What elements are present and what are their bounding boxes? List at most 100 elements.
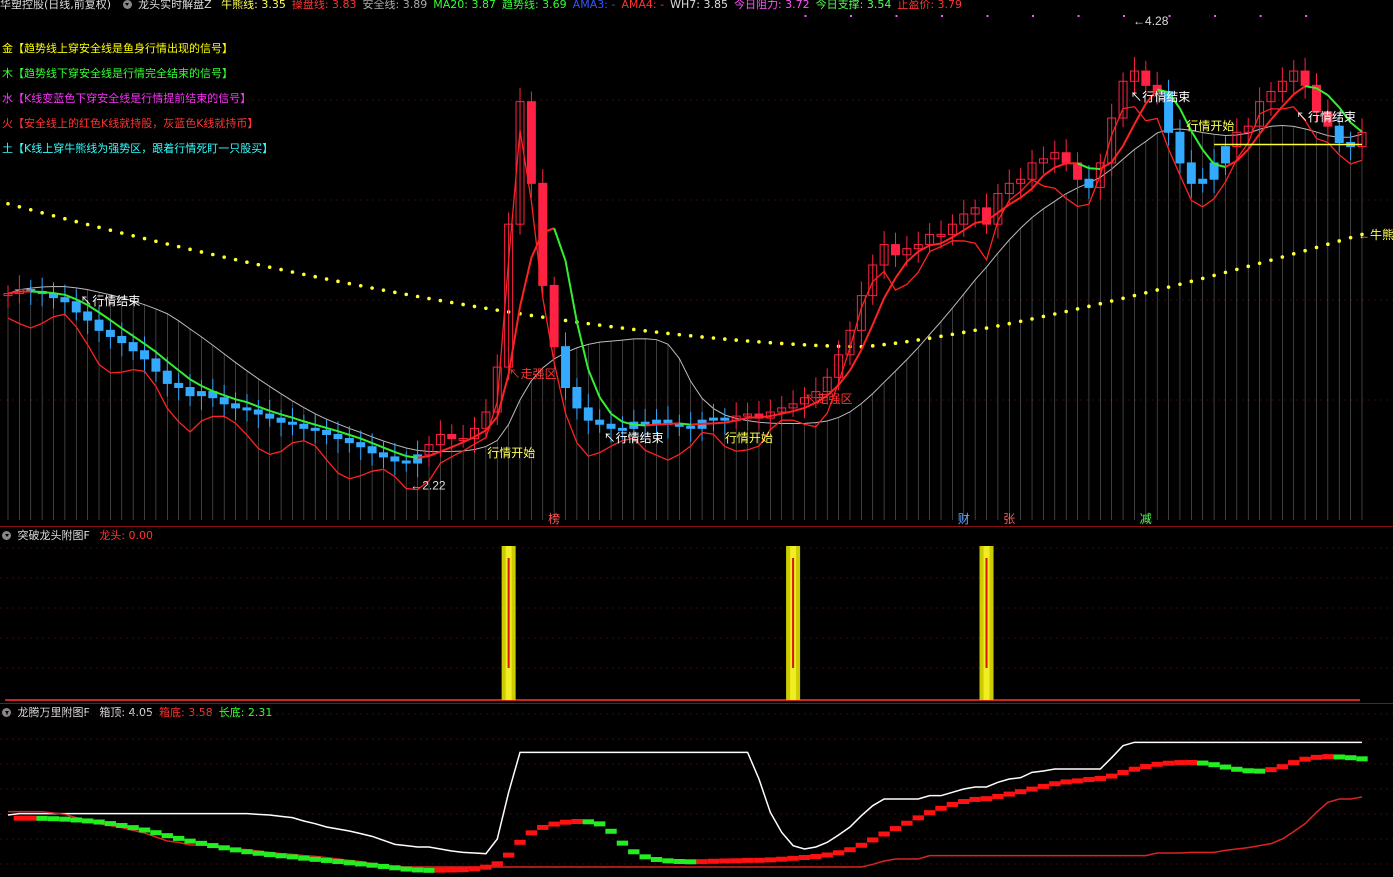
bull-bear-dot — [461, 302, 465, 307]
box-bottom-step — [935, 805, 947, 811]
bull-bear-dot — [666, 331, 670, 336]
box-bottom-step — [1344, 755, 1357, 761]
bull-bear-dot — [495, 308, 500, 312]
candle-body — [367, 446, 377, 454]
candle-body — [60, 297, 70, 303]
bull-bear-dot — [870, 344, 875, 348]
market-start-label: 行情开始 — [725, 431, 773, 445]
bull-bear-dot — [586, 321, 591, 326]
box-bottom-step — [912, 815, 924, 821]
bull-bear-dot — [74, 219, 79, 224]
box-bottom-step — [116, 823, 128, 828]
candle-body — [140, 350, 150, 360]
sub1-chart[interactable] — [0, 528, 1393, 703]
box-bottom-step — [1265, 767, 1277, 773]
trend-line — [1042, 166, 1056, 177]
box-bottom-step — [355, 861, 367, 867]
bull-bear-dot — [1018, 319, 1023, 324]
bull-bear-dot — [996, 324, 1000, 328]
trend-line — [1110, 145, 1124, 163]
box-bottom-step — [798, 855, 811, 860]
bull-bear-dot — [1303, 248, 1307, 253]
trend-line — [610, 412, 624, 423]
bull-bear-dot — [6, 201, 10, 206]
top-tick — [1214, 15, 1217, 17]
bull-bear-dot — [199, 250, 204, 254]
trend-line — [564, 260, 578, 323]
box-bottom-step — [1322, 754, 1334, 760]
box-bottom-step — [832, 850, 845, 856]
bull-bear-dot — [1212, 273, 1216, 278]
box-bottom-step — [298, 855, 310, 861]
box-bottom-step — [1231, 766, 1243, 772]
bull-bear-dot — [63, 216, 67, 221]
trend-line — [713, 421, 725, 425]
trend-line — [42, 291, 54, 295]
candle-body — [287, 421, 297, 425]
box-bottom-step — [696, 859, 708, 865]
box-bottom-step — [127, 825, 139, 831]
box-bottom-step — [776, 856, 788, 862]
box-bottom-step — [229, 847, 242, 853]
box-bottom-step — [1333, 754, 1345, 760]
trend-line — [770, 412, 782, 418]
candle-body — [413, 454, 423, 464]
candle-body — [595, 419, 605, 425]
bull-bear-dot — [779, 341, 784, 346]
box-bottom-step — [1253, 768, 1266, 774]
bull-bear-dot — [40, 210, 44, 215]
box-bottom-step — [446, 867, 458, 873]
candle-body — [583, 407, 593, 421]
box-bottom-step — [650, 857, 663, 862]
box-bottom-step — [719, 858, 731, 864]
trend-line — [1247, 133, 1261, 151]
sub2-chart[interactable] — [0, 704, 1393, 877]
bull-bear-dot — [643, 329, 647, 333]
box-bottom-step — [457, 867, 469, 873]
trend-line — [109, 319, 123, 330]
main-chart[interactable]: ←4.28←2.22↖行情结束行情开始↖走强区↖行情结束 行情开始↖走强区↖行情结… — [0, 0, 1393, 528]
box-top-line — [7, 741, 1362, 855]
bull-bear-dot — [1189, 279, 1194, 284]
candle-body — [253, 409, 263, 415]
candle-body — [390, 456, 400, 462]
trend-line — [246, 401, 259, 408]
box-bottom-step — [491, 861, 503, 867]
box-bottom-step — [172, 835, 185, 841]
candle-body — [242, 407, 252, 411]
candle-body — [1061, 152, 1071, 164]
bull-bear-dot — [165, 242, 170, 246]
box-bottom-step — [969, 796, 981, 802]
bull-bear-dot — [791, 342, 795, 346]
bottom-marker: 榜 — [548, 511, 560, 526]
box-bottom-step — [559, 819, 572, 825]
box-bottom-step — [628, 849, 640, 855]
top-tick — [986, 15, 989, 17]
bull-bear-dot — [358, 284, 363, 288]
trend-line — [201, 384, 214, 393]
box-bottom-step — [616, 840, 629, 846]
trend-line — [1327, 94, 1340, 109]
trend-line — [894, 261, 908, 279]
box-bottom-step — [25, 815, 37, 821]
box-bottom-step — [525, 830, 538, 836]
bull-bear-dot — [256, 262, 261, 267]
bull-bear-dot — [1257, 261, 1262, 266]
box-bottom-step — [366, 862, 378, 868]
bull-bear-dot — [404, 292, 409, 297]
market-end-label: ↖行情结束 — [604, 431, 664, 445]
box-bottom-step — [411, 867, 424, 873]
top-tick — [849, 15, 852, 17]
bottom-marker: 财 — [958, 512, 970, 526]
top-tick — [1077, 15, 1080, 17]
bull-bear-dot — [1007, 321, 1012, 326]
box-bottom-step — [1026, 786, 1038, 792]
trend-line — [633, 423, 646, 427]
bull-bear-dot — [1075, 307, 1080, 311]
box-bottom-step — [423, 867, 435, 873]
operation-line — [7, 105, 1363, 491]
trend-line — [587, 369, 601, 398]
box-bottom-step — [184, 838, 196, 844]
box-bottom-step — [400, 866, 412, 872]
candle-body — [401, 460, 411, 464]
